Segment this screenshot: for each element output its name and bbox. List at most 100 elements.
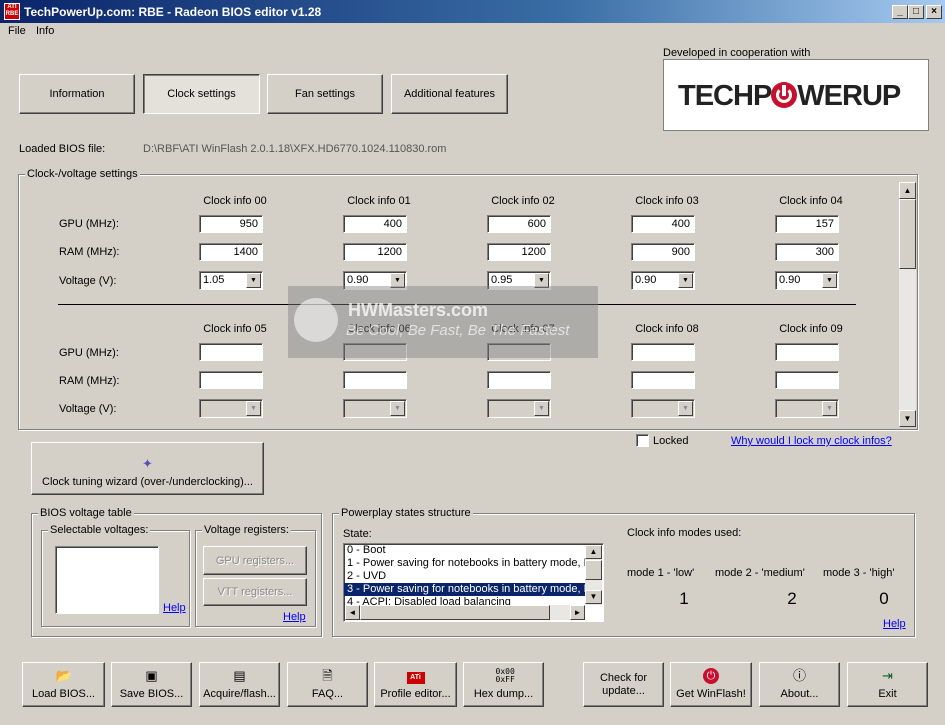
scroll-left-icon[interactable]: ◄ bbox=[345, 605, 360, 620]
chevron-down-icon[interactable]: ▼ bbox=[822, 273, 837, 288]
list-item[interactable]: 1 - Power saving for notebooks in batter… bbox=[344, 557, 585, 570]
chevron-down-icon[interactable]: ▼ bbox=[246, 273, 261, 288]
profile-editor-button[interactable]: ATi Profile editor... bbox=[374, 662, 457, 707]
clock-info-02-ram-input[interactable]: 1200 bbox=[487, 243, 551, 261]
clock-info-03-voltage-select[interactable]: 0.90 ▼ bbox=[631, 271, 695, 290]
power-icon: ⏻ bbox=[703, 668, 719, 684]
check-for-update-button[interactable]: Check for update... bbox=[583, 662, 664, 707]
clock-info-02-gpu-input[interactable]: 600 bbox=[487, 215, 551, 233]
clock-info-07-voltage-select[interactable]: ▼ bbox=[487, 399, 551, 418]
clock-info-09-voltage-select[interactable]: ▼ bbox=[775, 399, 839, 418]
app-logo-icon: ATI RBE bbox=[4, 3, 20, 20]
about-button[interactable]: ⓘ About... bbox=[759, 662, 840, 707]
clock-info-03-gpu-input[interactable]: 400 bbox=[631, 215, 695, 233]
clock-info-01-header: Clock info 01 bbox=[347, 195, 411, 207]
chevron-down-icon[interactable]: ▼ bbox=[246, 401, 261, 416]
save-bios-label: Save BIOS... bbox=[119, 688, 184, 700]
load-bios-button[interactable]: 📂 Load BIOS... bbox=[22, 662, 105, 707]
clock-info-08-voltage-select[interactable]: ▼ bbox=[631, 399, 695, 418]
maximize-button[interactable]: □ bbox=[908, 5, 924, 19]
hex-dump-label: Hex dump... bbox=[473, 688, 534, 700]
scroll-up-icon[interactable]: ▲ bbox=[585, 545, 602, 559]
gpu-registers-button[interactable]: GPU registers... bbox=[203, 546, 307, 575]
clock-info-01-gpu-input[interactable]: 400 bbox=[343, 215, 407, 233]
clock-info-04-ram-input[interactable]: 300 bbox=[775, 243, 839, 261]
clock-info-04-voltage-value: 0.90 bbox=[779, 274, 801, 286]
chevron-down-icon[interactable]: ▼ bbox=[678, 273, 693, 288]
menu-file[interactable]: File bbox=[8, 25, 26, 37]
scroll-thumb[interactable] bbox=[899, 199, 916, 269]
menu-bar bbox=[0, 23, 945, 41]
list-item[interactable]: 0 - Boot bbox=[344, 544, 585, 557]
profile-editor-label: Profile editor... bbox=[380, 688, 451, 700]
clock-info-06-ram-input[interactable] bbox=[343, 371, 407, 389]
hex-dump-button[interactable]: 0x00 0xFF Hex dump... bbox=[463, 662, 544, 707]
acquire-flash-label: Acquire/flash... bbox=[203, 688, 276, 700]
menu-info[interactable]: Info bbox=[36, 25, 54, 37]
clock-info-04-voltage-select[interactable]: 0.90 ▼ bbox=[775, 271, 839, 290]
clock-info-05-voltage-select[interactable]: ▼ bbox=[199, 399, 263, 418]
hex-icon: 0x00 0xFF bbox=[495, 667, 515, 684]
clock-info-08-ram-input[interactable] bbox=[631, 371, 695, 389]
clock-info-06-voltage-select[interactable]: ▼ bbox=[343, 399, 407, 418]
techpowerup-logo[interactable]: TECHP WERUP bbox=[663, 59, 929, 131]
list-item[interactable]: 2 - UVD bbox=[344, 570, 585, 583]
selectable-voltages-help-link[interactable]: Help bbox=[163, 602, 186, 614]
chevron-down-icon[interactable]: ▼ bbox=[534, 401, 549, 416]
tab-clock-settings[interactable]: Clock settings bbox=[143, 74, 260, 114]
list-item-selected[interactable]: 3 - Power saving for notebooks in batter… bbox=[344, 583, 585, 596]
scroll-up-icon[interactable]: ▲ bbox=[899, 182, 916, 199]
chevron-down-icon[interactable]: ▼ bbox=[390, 401, 405, 416]
powerplay-title: Powerplay states structure bbox=[339, 507, 473, 519]
clock-group-title: Clock-/voltage settings bbox=[25, 168, 140, 180]
clock-info-03-voltage-value: 0.90 bbox=[635, 274, 657, 286]
clock-info-09-gpu-input[interactable] bbox=[775, 343, 839, 361]
states-vscroll-thumb[interactable] bbox=[585, 560, 602, 580]
clock-info-05-ram-input[interactable] bbox=[199, 371, 263, 389]
save-bios-button[interactable]: ▣ Save BIOS... bbox=[111, 662, 192, 707]
minimize-button[interactable]: _ bbox=[892, 5, 908, 19]
clock-info-05-gpu-input[interactable] bbox=[199, 343, 263, 361]
tab-fan-settings[interactable]: Fan settings bbox=[267, 74, 383, 114]
clock-tuning-wizard-button[interactable]: ✦ Clock tuning wizard (over-/underclocki… bbox=[31, 442, 264, 495]
voltage-label-row2: Voltage (V): bbox=[59, 403, 117, 415]
tab-additional-features[interactable]: Additional features bbox=[391, 74, 508, 114]
bios-file-path: D:\RBF\ATI WinFlash 2.0.1.18\XFX.HD6770.… bbox=[143, 143, 447, 155]
vtt-registers-button[interactable]: VTT registers... bbox=[203, 578, 307, 606]
tab-information[interactable]: Information bbox=[19, 74, 135, 114]
clock-info-01-ram-input[interactable]: 1200 bbox=[343, 243, 407, 261]
selectable-voltages-list[interactable] bbox=[55, 546, 159, 614]
ram-label-row1: RAM (MHz): bbox=[59, 246, 120, 258]
locked-checkbox[interactable] bbox=[636, 434, 649, 447]
states-hscroll-thumb[interactable] bbox=[360, 605, 550, 620]
clock-info-00-gpu-input[interactable]: 950 bbox=[199, 215, 263, 233]
exit-button[interactable]: ⇥ Exit bbox=[847, 662, 928, 707]
scroll-right-icon[interactable]: ► bbox=[570, 605, 585, 620]
clock-info-04-gpu-input[interactable]: 157 bbox=[775, 215, 839, 233]
voltage-registers-help-link[interactable]: Help bbox=[283, 611, 306, 623]
chevron-down-icon[interactable]: ▼ bbox=[678, 401, 693, 416]
faq-button[interactable]: 🗎 FAQ... bbox=[287, 662, 368, 707]
clock-info-07-ram-input[interactable] bbox=[487, 371, 551, 389]
clock-info-09-header: Clock info 09 bbox=[779, 323, 843, 335]
clock-info-09-ram-input[interactable] bbox=[775, 371, 839, 389]
voltage-registers-title: Voltage registers: bbox=[202, 524, 291, 536]
scroll-down-icon[interactable]: ▼ bbox=[585, 590, 602, 604]
mode-2-label: mode 2 - 'medium' bbox=[715, 567, 805, 579]
scroll-down-icon[interactable]: ▼ bbox=[899, 410, 916, 427]
watermark: HWMasters.com Be Cool, Be Fast, Be The F… bbox=[288, 286, 598, 358]
clock-info-08-gpu-input[interactable] bbox=[631, 343, 695, 361]
clock-info-00-voltage-value: 1.05 bbox=[203, 274, 225, 286]
clock-info-03-ram-input[interactable]: 900 bbox=[631, 243, 695, 261]
folder-icon: 📂 bbox=[55, 668, 72, 683]
clock-info-00-voltage-select[interactable]: 1.05 ▼ bbox=[199, 271, 263, 290]
clock-info-00-ram-input[interactable]: 1400 bbox=[199, 243, 263, 261]
fan-icon bbox=[294, 298, 338, 342]
get-winflash-button[interactable]: ⏻ Get WinFlash! bbox=[670, 662, 752, 707]
chevron-down-icon[interactable]: ▼ bbox=[822, 401, 837, 416]
lock-help-link[interactable]: Why would I lock my clock infos? bbox=[731, 435, 892, 447]
close-button[interactable]: × bbox=[926, 5, 942, 19]
watermark-title: HWMasters.com bbox=[348, 300, 489, 320]
acquire-flash-button[interactable]: ▤ Acquire/flash... bbox=[199, 662, 280, 707]
powerplay-help-link[interactable]: Help bbox=[883, 618, 906, 630]
